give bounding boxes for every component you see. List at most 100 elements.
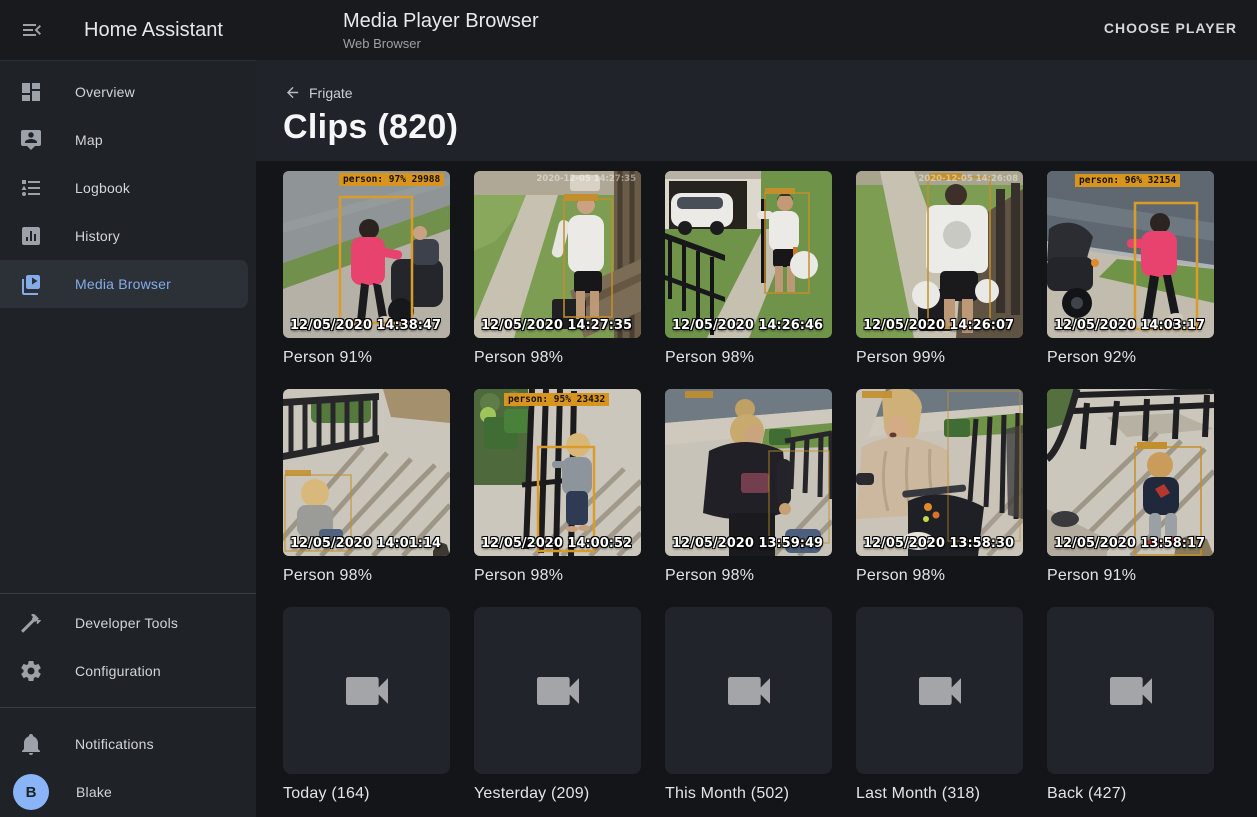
clip-timestamp: 12/05/2020 13:58:17	[1054, 536, 1205, 551]
camera-osd-timestamp: 2020-12-05 14:26:08	[918, 174, 1018, 184]
clip-card[interactable]: 12/05/2020 13:59:49 Person 98%	[665, 389, 832, 585]
clip-card[interactable]: person: 96% 32154 12/05/2020 14:03:17 Pe…	[1047, 171, 1214, 367]
back-arrow-icon	[284, 84, 301, 101]
media-header-title: Media Player Browser	[343, 9, 539, 33]
media-browser-header: Media Player Browser Web Browser	[343, 9, 539, 51]
folder-thumbnail	[856, 607, 1023, 774]
folder-thumbnail	[283, 607, 450, 774]
user-name: Blake	[76, 784, 112, 800]
sidebar-item-overview[interactable]: Overview	[0, 68, 256, 116]
clip-caption: Person 98%	[474, 349, 641, 367]
media-grid: person: 97% 29988 12/05/2020 14:38:47 Pe…	[256, 161, 1257, 817]
clip-thumbnail: 12/05/2020 14:26:46	[665, 171, 832, 338]
sidebar-item-label: Overview	[75, 84, 135, 100]
clip-card[interactable]: person: 97% 29988 12/05/2020 14:38:47 Pe…	[283, 171, 450, 367]
clip-card[interactable]: 12/05/2020 14:26:46 Person 98%	[665, 171, 832, 367]
clip-row: 12/05/2020 14:01:14 Person 98%	[283, 389, 1214, 585]
clip-card[interactable]: 2020-12-05 14:27:35 12/05/2020 14:27:35 …	[474, 171, 641, 367]
avatar: B	[13, 774, 49, 810]
folder-thumbnail	[665, 607, 832, 774]
folder-card-this-month[interactable]: This Month (502)	[665, 607, 832, 803]
sidebar-item-map[interactable]: Map	[0, 116, 256, 164]
clip-card[interactable]: person: 95% 23432 12/05/2020 14:00:52 Pe…	[474, 389, 641, 585]
media-browser-icon	[19, 272, 43, 296]
sidebar-item-configuration[interactable]: Configuration	[0, 647, 256, 695]
clip-timestamp: 12/05/2020 14:27:35	[481, 318, 632, 333]
media-header-subtitle: Web Browser	[343, 36, 539, 51]
detection-chip: person: 96% 32154	[1075, 174, 1180, 187]
folder-card-yesterday[interactable]: Yesterday (209)	[474, 607, 641, 803]
clip-card[interactable]: 12/05/2020 13:58:30 Person 98%	[856, 389, 1023, 585]
folder-label: This Month (502)	[665, 785, 832, 803]
video-camera-icon	[912, 663, 968, 719]
clip-caption: Person 91%	[1047, 567, 1214, 585]
clip-thumbnail: 12/05/2020 14:01:14	[283, 389, 450, 556]
sidebar-item-history[interactable]: History	[0, 212, 256, 260]
clip-timestamp: 12/05/2020 13:58:30	[863, 536, 1014, 551]
clip-scene	[283, 171, 450, 338]
folder-card-last-month[interactable]: Last Month (318)	[856, 607, 1023, 803]
clip-thumbnail: person: 97% 29988 12/05/2020 14:38:47	[283, 171, 450, 338]
sidebar-item-media-browser[interactable]: Media Browser	[0, 260, 248, 308]
clip-scene	[1047, 171, 1214, 338]
logbook-icon	[19, 176, 43, 200]
clip-card[interactable]: 2020-12-05 14:26:08 12/05/2020 14:26:07 …	[856, 171, 1023, 367]
menu-open-icon[interactable]	[20, 18, 44, 42]
history-chart-icon	[19, 224, 43, 248]
camera-osd-timestamp: 2020-12-05 14:27:35	[536, 174, 636, 184]
gear-icon	[19, 659, 43, 683]
folder-thumbnail	[474, 607, 641, 774]
detection-chip: person: 97% 29988	[339, 173, 444, 186]
clip-thumbnail: 12/05/2020 13:59:49	[665, 389, 832, 556]
clip-scene	[1047, 389, 1214, 556]
folder-label: Yesterday (209)	[474, 785, 641, 803]
folder-thumbnail	[1047, 607, 1214, 774]
clip-thumbnail: 12/05/2020 13:58:17	[1047, 389, 1214, 556]
detection-chip: person: 95% 23432	[504, 393, 609, 406]
sidebar-item-developer-tools[interactable]: Developer Tools	[0, 599, 256, 647]
folder-label: Back (427)	[1047, 785, 1214, 803]
clip-scene	[474, 389, 641, 556]
breadcrumb-label: Frigate	[309, 85, 353, 101]
sidebar-item-user[interactable]: B Blake	[0, 768, 256, 816]
folder-card-today[interactable]: Today (164)	[283, 607, 450, 803]
page-title: Clips (820)	[283, 108, 458, 147]
sidebar-item-logbook[interactable]: Logbook	[0, 164, 256, 212]
sidebar-item-label: History	[75, 228, 120, 244]
video-camera-icon	[339, 663, 395, 719]
clip-thumbnail: person: 95% 23432 12/05/2020 14:00:52	[474, 389, 641, 556]
map-icon	[19, 128, 43, 152]
clip-thumbnail: 2020-12-05 14:26:08 12/05/2020 14:26:07	[856, 171, 1023, 338]
sidebar-item-label: Logbook	[75, 180, 130, 196]
clip-timestamp: 12/05/2020 14:26:07	[863, 318, 1014, 333]
clip-scene	[474, 171, 641, 338]
clip-timestamp: 12/05/2020 14:03:17	[1054, 318, 1205, 333]
clip-card[interactable]: 12/05/2020 14:01:14 Person 98%	[283, 389, 450, 585]
clip-timestamp: 12/05/2020 14:00:52	[481, 536, 632, 551]
sidebar-item-notifications[interactable]: Notifications	[0, 720, 256, 768]
clip-scene	[856, 171, 1023, 338]
clip-thumbnail: person: 96% 32154 12/05/2020 14:03:17	[1047, 171, 1214, 338]
sidebar-item-label: Notifications	[75, 736, 154, 752]
sidebar: Overview Map Logbook History Media Brows…	[0, 60, 256, 817]
app-bar: Home Assistant Media Player Browser Web …	[0, 0, 1257, 60]
clip-scene	[665, 389, 832, 556]
folder-label: Last Month (318)	[856, 785, 1023, 803]
clip-caption: Person 98%	[474, 567, 641, 585]
clip-scene	[283, 389, 450, 556]
clip-timestamp: 12/05/2020 14:26:46	[672, 318, 823, 333]
clip-scene	[856, 389, 1023, 556]
breadcrumb-back-button[interactable]: Frigate	[284, 84, 353, 101]
clip-caption: Person 98%	[856, 567, 1023, 585]
clip-timestamp: 12/05/2020 14:38:47	[290, 318, 441, 333]
sidebar-item-label: Developer Tools	[75, 615, 178, 631]
folder-card-back[interactable]: Back (427)	[1047, 607, 1214, 803]
clip-card[interactable]: 12/05/2020 13:58:17 Person 91%	[1047, 389, 1214, 585]
video-camera-icon	[721, 663, 777, 719]
clip-caption: Person 98%	[283, 567, 450, 585]
clip-caption: Person 98%	[665, 567, 832, 585]
choose-player-button[interactable]: CHOOSE PLAYER	[1104, 20, 1237, 36]
content-header: Frigate Clips (820)	[256, 60, 1257, 161]
clip-caption: Person 91%	[283, 349, 450, 367]
clip-timestamp: 12/05/2020 14:01:14	[290, 536, 441, 551]
